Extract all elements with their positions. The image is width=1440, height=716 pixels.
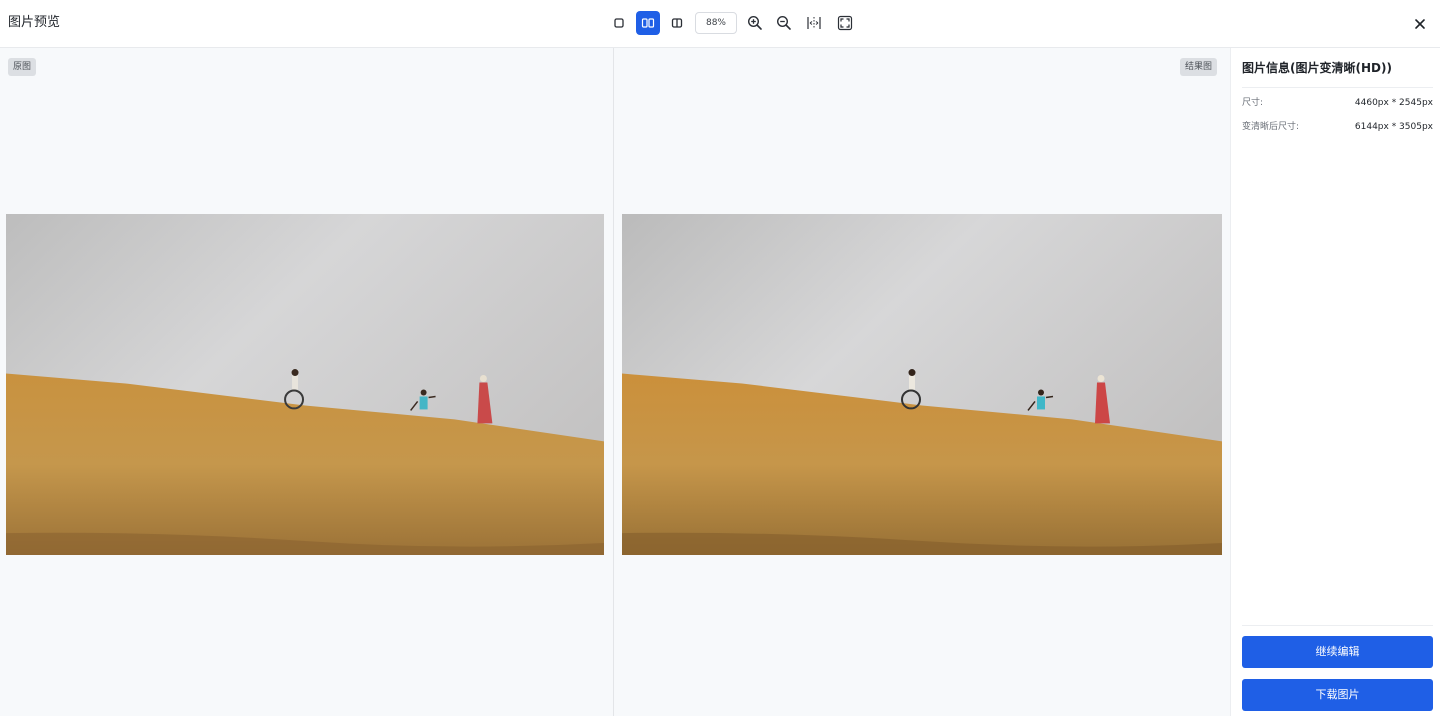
result-label: 结果图 <box>1180 58 1218 76</box>
size-row: 尺寸: 4460px * 2545px <box>1242 96 1433 110</box>
size-value: 4460px * 2545px <box>1354 98 1433 108</box>
original-label: 原图 <box>8 58 37 76</box>
split-compare-view-icon <box>671 18 683 28</box>
download-image-button[interactable]: 下载图片 <box>1242 679 1433 711</box>
result-image <box>622 214 1222 555</box>
fullscreen-button[interactable] <box>833 11 857 35</box>
page-title: 图片预览 <box>8 15 61 30</box>
zoom-in-button[interactable] <box>743 11 767 35</box>
close-button[interactable] <box>1408 12 1432 36</box>
split-compare-view-button[interactable] <box>665 11 689 35</box>
side-by-side-view-button[interactable] <box>636 11 660 35</box>
zoom-out-icon <box>776 15 791 30</box>
fit-width-button[interactable] <box>802 11 826 35</box>
close-icon <box>1415 19 1425 29</box>
info-panel: 图片信息(图片变清晰(HD)) 尺寸: 4460px * 2545px 变清晰后… <box>1230 48 1440 716</box>
fit-width-icon <box>807 17 821 29</box>
preview-stage: 原图 结果图 <box>0 48 1230 716</box>
enhanced-size-row: 变清晰后尺寸: 6144px * 3505px <box>1242 120 1433 134</box>
enhanced-size-value: 6144px * 3505px <box>1354 122 1433 132</box>
original-image <box>6 214 604 555</box>
size-label: 尺寸: <box>1242 98 1264 108</box>
info-heading: 图片信息(图片变清晰(HD)) <box>1242 61 1392 75</box>
single-view-icon <box>614 18 624 28</box>
single-view-button[interactable] <box>607 11 631 35</box>
zoom-out-button[interactable] <box>772 11 796 35</box>
zoom-in-icon <box>747 15 762 30</box>
fullscreen-icon <box>837 15 853 31</box>
zoom-level[interactable]: 88% <box>695 12 737 34</box>
top-bar: 图片预览 88% <box>0 0 1440 48</box>
info-divider <box>1242 87 1433 88</box>
actions-divider <box>1242 625 1433 626</box>
original-pane[interactable]: 原图 <box>0 48 613 716</box>
enhanced-size-label: 变清晰后尺寸: <box>1242 122 1300 132</box>
result-pane[interactable]: 结果图 <box>614 48 1230 716</box>
view-toolbar: 88% <box>607 11 857 35</box>
continue-edit-button[interactable]: 继续编辑 <box>1242 636 1433 668</box>
side-by-side-view-icon <box>641 18 655 28</box>
